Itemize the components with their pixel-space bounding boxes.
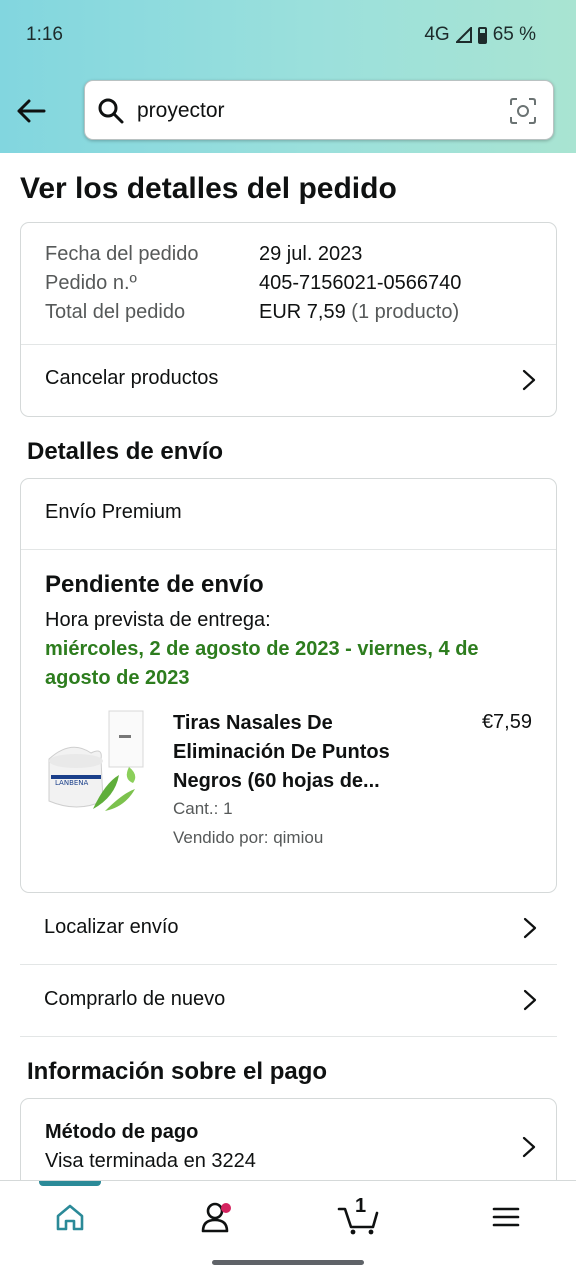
product-price: €7,59 [481, 711, 532, 733]
gesture-home-bar[interactable] [212, 1260, 364, 1265]
order-total-value: EUR 7,59 (1 producto) [259, 301, 459, 324]
home-icon [56, 1204, 84, 1231]
status-time: 1:16 [26, 24, 63, 45]
arrow-left-icon [17, 99, 46, 123]
product-quantity: Cant.: 1 [173, 799, 233, 818]
track-shipment-row[interactable]: Localizar envío [20, 893, 557, 964]
cancel-products-label: Cancelar productos [45, 367, 219, 389]
network-label: 4G [424, 24, 450, 45]
page-title: Ver los detalles del pedido [20, 172, 397, 205]
eta-label: Hora prevista de entrega: [45, 609, 271, 631]
battery-icon [477, 26, 487, 44]
payment-method-title: Método de pago [45, 1121, 199, 1143]
product-title[interactable]: Tiras Nasales De Eliminación De Puntos N… [173, 709, 433, 796]
divider [21, 549, 556, 550]
order-total-label: Total del pedido [45, 301, 186, 323]
order-number-value: 405-7156021-0566740 [259, 272, 462, 294]
buy-again-label: Comprarlo de nuevo [44, 988, 226, 1010]
chevron-right-icon [523, 917, 537, 939]
product-seller: Vendido por: qimiou [173, 828, 324, 847]
notification-dot [221, 1203, 231, 1213]
battery-label: 65 % [492, 24, 536, 45]
camera-icon[interactable] [509, 97, 537, 125]
app-header: 1:16 4G 65 % proyector [0, 0, 576, 153]
track-shipment-label: Localizar envío [44, 916, 179, 938]
nav-cart[interactable]: 1 [334, 1195, 384, 1237]
nav-menu[interactable] [482, 1197, 530, 1237]
chevron-right-icon [523, 989, 537, 1011]
nav-account[interactable] [191, 1197, 239, 1237]
divider [20, 1036, 557, 1037]
payment-method-value: Visa terminada en 3224 [45, 1150, 256, 1172]
order-total-count: (1 producto) [351, 301, 460, 323]
order-date-value: 29 jul. 2023 [259, 243, 363, 265]
eta-value: miércoles, 2 de agosto de 2023 - viernes… [45, 638, 479, 689]
buy-again-row[interactable]: Comprarlo de nuevo [20, 965, 557, 1036]
search-input[interactable]: proyector [84, 80, 554, 140]
status-bar-right: 4G 65 % [424, 24, 536, 46]
order-number-label: Pedido n.º [45, 272, 137, 294]
order-total-amount: EUR 7,59 [259, 301, 346, 323]
bottom-nav: 1 [0, 1180, 576, 1280]
payment-section-title: Información sobre el pago [27, 1058, 328, 1085]
signal-icon [455, 27, 472, 43]
hamburger-menu-icon [492, 1207, 520, 1227]
product-image[interactable]: LANBENA [43, 709, 147, 819]
product-image-brand: LANBENA [55, 779, 89, 787]
shipping-method: Envío Premium [45, 501, 182, 523]
nav-home[interactable] [46, 1197, 94, 1237]
active-tab-indicator [39, 1181, 101, 1186]
cancel-products-row[interactable]: Cancelar productos [21, 345, 556, 417]
back-button[interactable] [14, 94, 48, 128]
shipping-section-title: Detalles de envío [27, 438, 224, 465]
shipment-status: Pendiente de envío [45, 571, 264, 598]
cart-count: 1 [355, 1195, 367, 1217]
search-query: proyector [137, 99, 225, 122]
shipping-card: Envío Premium Pendiente de envío Hora pr… [20, 478, 557, 893]
order-date-label: Fecha del pedido [45, 243, 199, 265]
search-icon [98, 98, 124, 124]
order-summary-card: Fecha del pedido 29 jul. 2023 Pedido n.º… [20, 222, 557, 417]
chevron-right-icon [522, 369, 536, 391]
chevron-right-icon [522, 1136, 536, 1158]
